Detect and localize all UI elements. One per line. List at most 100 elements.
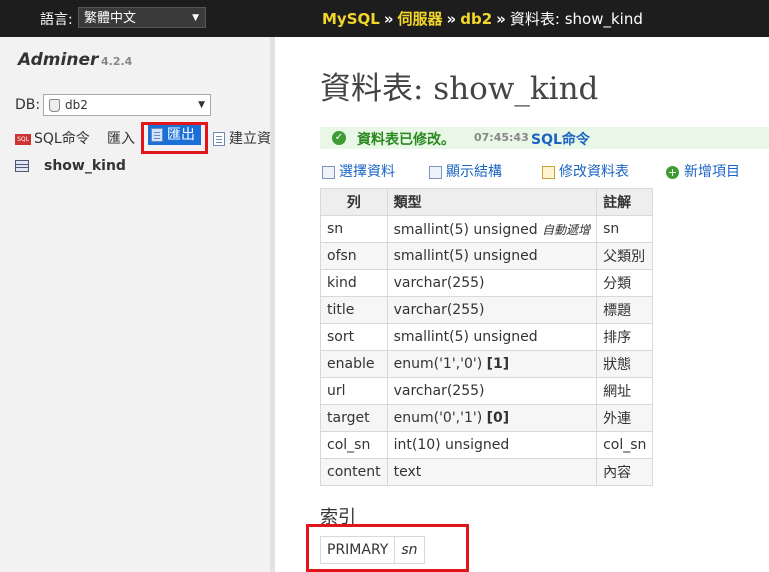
message-text: 資料表已修改。 [357, 132, 455, 148]
breadcrumb-current: 資料表: show_kind [509, 10, 643, 28]
default-value: [1] [486, 356, 510, 372]
cell-type: smallint(5) unsigned [386, 323, 598, 351]
column-header-comment: 註解 [596, 188, 654, 216]
cell-type: varchar(255) [386, 296, 598, 324]
cell-comment: 網址 [596, 377, 654, 405]
table-row: col_sn int(10) unsigned col_sn [320, 431, 654, 459]
plus-icon: + [666, 165, 679, 179]
alter-table-icon [542, 165, 555, 179]
cell-type: varchar(255) [386, 269, 598, 297]
alter-table-label: 修改資料表 [559, 164, 629, 180]
db-value: db2 [65, 98, 88, 112]
cell-name: col_sn [320, 431, 388, 459]
cell-comment: 外連 [596, 404, 654, 432]
table-row: title varchar(255) 標題 [320, 296, 654, 324]
create-table-link[interactable]: 建立資 [213, 128, 271, 148]
cell-type: smallint(5) unsigned 自動遞增 [386, 215, 598, 243]
table-row: sort smallint(5) unsigned 排序 [320, 323, 654, 351]
check-icon: ✓ [332, 131, 346, 145]
cell-type: smallint(5) unsigned [386, 242, 598, 270]
show-structure-icon [429, 165, 442, 179]
sql-icon: SQL [15, 133, 31, 145]
sql-command-label: SQL命令 [34, 131, 90, 147]
table-row: kind varchar(255) 分類 [320, 269, 654, 297]
table-row: sn smallint(5) unsigned 自動遞增 sn [320, 215, 654, 243]
show-structure-link[interactable]: 顯示結構 [429, 161, 502, 181]
cell-type: int(10) unsigned [386, 431, 598, 459]
cell-comment: 標題 [596, 296, 654, 324]
table-row: content text 內容 [320, 458, 654, 486]
create-table-icon [213, 132, 225, 146]
breadcrumb-db[interactable]: db2 [460, 10, 492, 28]
cell-name: url [320, 377, 388, 405]
cell-name: sort [320, 323, 388, 351]
cell-comment: 分類 [596, 269, 654, 297]
chevron-down-icon: ▼ [198, 100, 205, 110]
sidebar: Adminer 4.2.4 DB: db2 ▼ SQL SQL命令 匯入 建立資 … [0, 37, 271, 572]
auto-increment-text: 自動遞增 [542, 222, 591, 237]
cell-comment: 狀態 [596, 350, 654, 378]
select-data-label: 選擇資料 [339, 164, 395, 180]
cell-type: text [386, 458, 598, 486]
breadcrumb: MySQL» 伺服器» db2» 資料表: show_kind [322, 8, 643, 29]
cell-type: varchar(255) [386, 377, 598, 405]
cell-comment: col_sn [596, 431, 654, 459]
table-row: target enum('0','1') [0] 外連 [320, 404, 654, 432]
import-link[interactable]: 匯入 [107, 128, 135, 148]
table-row: ofsn smallint(5) unsigned 父類別 [320, 242, 654, 270]
db-select[interactable]: db2 ▼ [43, 94, 211, 116]
cell-type: enum('0','1') [0] [386, 404, 598, 432]
column-header-name: 列 [320, 188, 388, 216]
db-label: DB: [15, 97, 41, 113]
table-row: enable enum('1','0') [1] 狀態 [320, 350, 654, 378]
cell-name: content [320, 458, 388, 486]
default-value: [0] [486, 410, 510, 426]
app-version: 4.2.4 [101, 55, 133, 68]
table-row: url varchar(255) 網址 [320, 377, 654, 405]
sidebar-table-item[interactable]: show_kind [15, 158, 126, 174]
highlight-box-export [141, 122, 208, 154]
type-text: enum('0','1') [393, 410, 483, 426]
database-icon [49, 99, 60, 112]
cell-comment: 內容 [596, 458, 654, 486]
new-item-label: 新增項目 [684, 164, 740, 180]
select-data-link[interactable]: 選擇資料 [322, 161, 395, 181]
cell-comment: 排序 [596, 323, 654, 351]
cell-name: enable [320, 350, 388, 378]
cell-name: sn [320, 215, 388, 243]
breadcrumb-separator: » [446, 10, 457, 28]
sql-command-link[interactable]: SQL SQL命令 [15, 128, 90, 148]
sidebar-divider[interactable] [270, 37, 275, 572]
alter-table-link[interactable]: 修改資料表 [542, 161, 629, 181]
type-text: smallint(5) unsigned [393, 221, 538, 238]
highlight-box-index [306, 524, 469, 572]
cell-name: kind [320, 269, 388, 297]
select-data-icon [322, 165, 335, 179]
app-brand[interactable]: Adminer [18, 50, 98, 70]
cell-comment: sn [596, 215, 654, 243]
breadcrumb-separator: » [383, 10, 394, 28]
cell-type: enum('1','0') [1] [386, 350, 598, 378]
language-value: 繁體中文 [84, 11, 137, 26]
table-icon[interactable] [15, 160, 29, 172]
sidebar-table-name[interactable]: show_kind [44, 158, 126, 174]
show-structure-label: 顯示結構 [446, 164, 502, 180]
new-item-link[interactable]: + 新增項目 [666, 161, 740, 181]
top-bar: 語言: 繁體中文 ▼ MySQL» 伺服器» db2» 資料表: show_kind [0, 0, 769, 37]
message-time: 07:45:43 [474, 131, 529, 144]
create-table-label: 建立資 [229, 131, 271, 147]
language-select[interactable]: 繁體中文 ▼ [78, 7, 206, 28]
breadcrumb-server[interactable]: 伺服器 [398, 10, 443, 28]
page-title: 資料表: show_kind [320, 71, 599, 107]
cell-name: title [320, 296, 388, 324]
column-header-type: 類型 [386, 188, 598, 216]
type-text: enum('1','0') [393, 356, 483, 372]
message-sql-link[interactable]: SQL命令 [531, 129, 590, 149]
cell-comment: 父類別 [596, 242, 654, 270]
breadcrumb-mysql[interactable]: MySQL [322, 10, 380, 28]
cell-name: target [320, 404, 388, 432]
chevron-down-icon: ▼ [192, 13, 199, 23]
language-label: 語言: [40, 12, 73, 28]
structure-table: 列 類型 註解 sn smallint(5) unsigned 自動遞增 sn … [320, 188, 654, 486]
breadcrumb-separator: » [496, 10, 506, 28]
